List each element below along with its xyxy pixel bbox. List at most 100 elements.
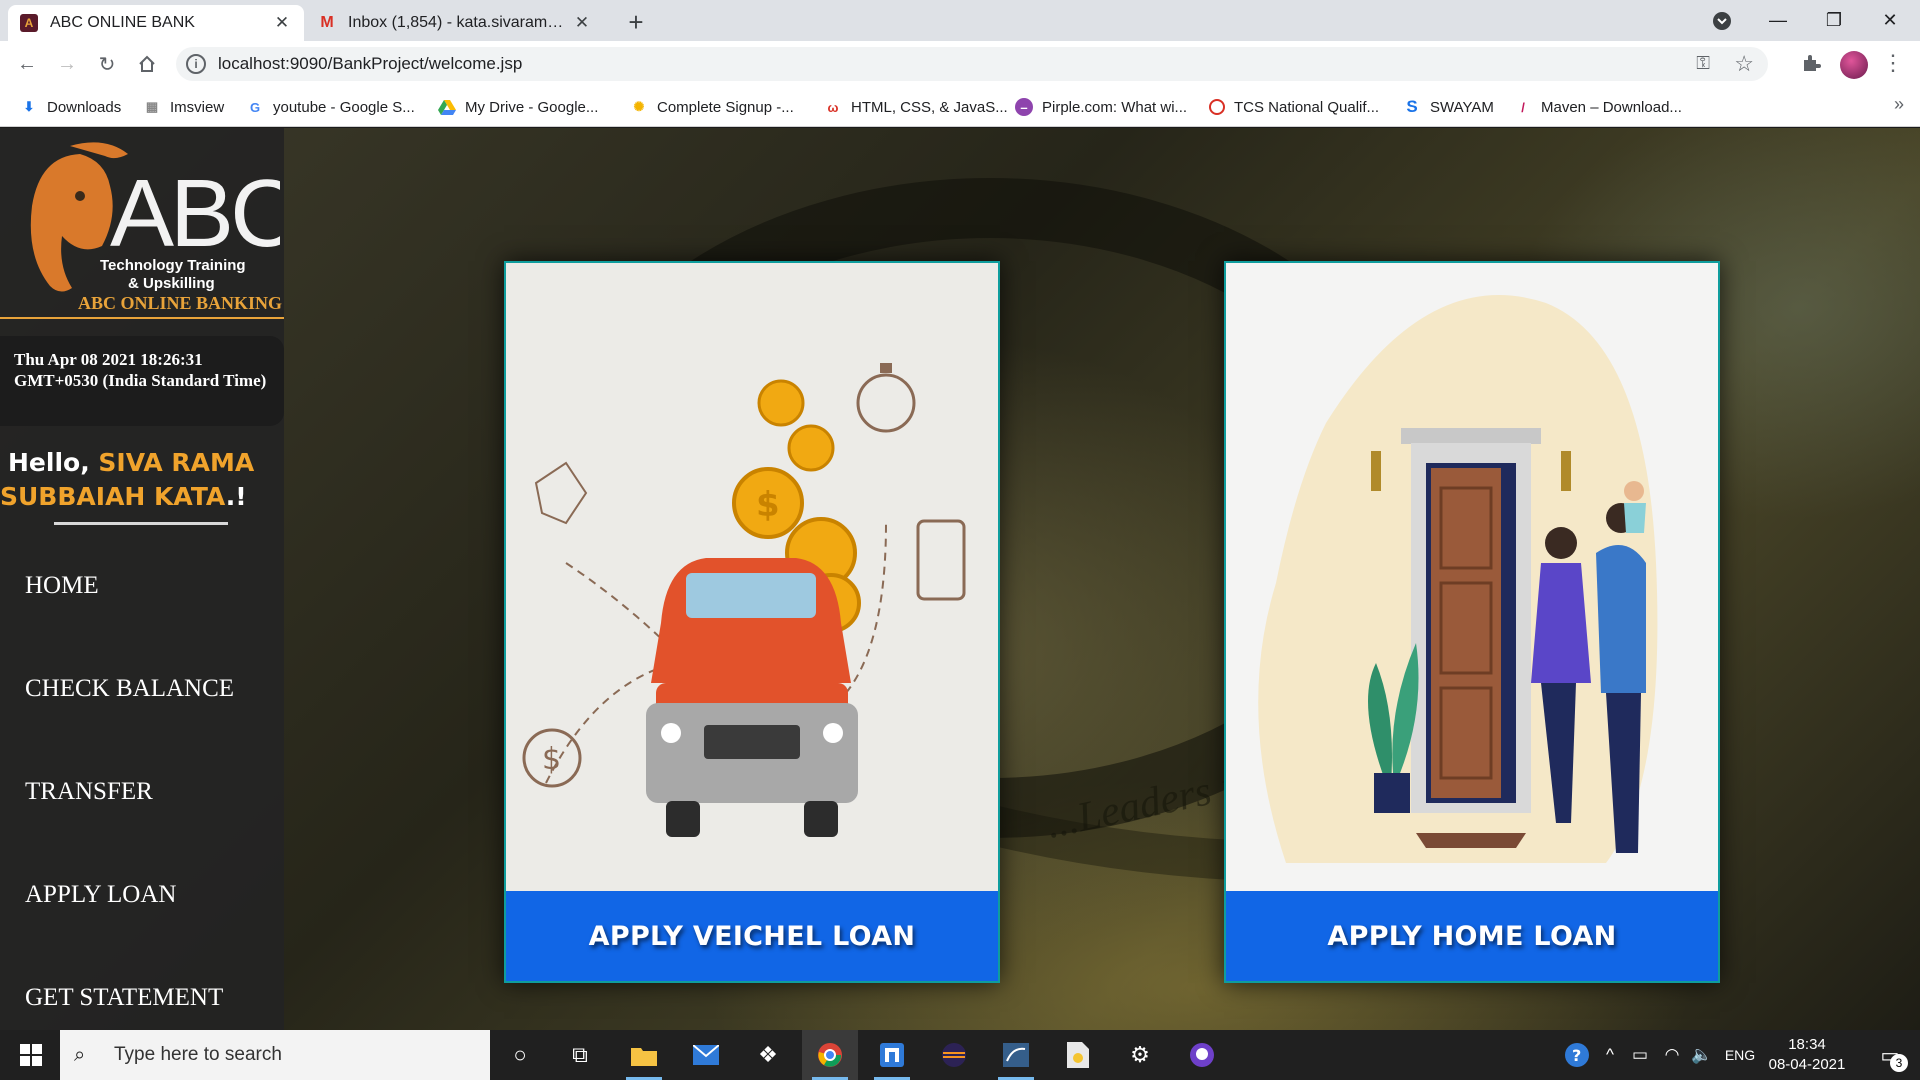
settings-gear-icon[interactable]: ⚙ <box>1112 1030 1168 1080</box>
bookmark-maven[interactable]: / Maven – Download... <box>1514 95 1682 119</box>
apply-home-loan-button[interactable]: APPLY HOME LOAN <box>1226 891 1718 981</box>
bookmark-label: Imsview <box>170 98 225 116</box>
app-window-icon[interactable] <box>864 1030 920 1080</box>
tab-title: Inbox (1,854) - kata.sivaramasubbaiah <box>348 14 572 31</box>
bookmark-pirple[interactable]: – Pirple.com: What wi... <box>1015 95 1187 119</box>
tab-gmail-inbox[interactable]: M Inbox (1,854) - kata.sivaramasubbaiah … <box>306 5 604 41</box>
svg-text:$: $ <box>542 742 561 777</box>
extensions-icon[interactable] <box>1800 52 1822 80</box>
search-placeholder: Type here to search <box>114 1044 282 1065</box>
logo-subtitle-2: & Upskilling <box>128 275 215 292</box>
logo-caption: ABC ONLINE BANKING <box>0 293 284 319</box>
bank-welcome-page: ...Leaders in Tech ABC Technology Traini… <box>0 128 1920 1030</box>
taskbar-clock[interactable]: 18:34 08-04-2021 <box>1760 1035 1854 1075</box>
password-key-icon[interactable]: ⚿ <box>1696 53 1710 74</box>
bank-favicon-icon: A <box>20 14 38 32</box>
bookmark-star-icon[interactable]: ☆ <box>1734 51 1754 77</box>
browser-menu-icon[interactable]: ⋮ <box>1882 50 1904 76</box>
svg-text:$: $ <box>756 485 780 525</box>
new-tab-button[interactable]: + <box>622 7 650 37</box>
bookmark-html-css-js[interactable]: ω HTML, CSS, & JavaS... <box>824 95 1008 119</box>
mysql-workbench-icon[interactable] <box>988 1030 1044 1080</box>
bookmark-imsview[interactable]: ▦ Imsview <box>143 95 224 119</box>
bookmark-label: My Drive - Google... <box>465 98 599 116</box>
mail-icon[interactable] <box>678 1030 734 1080</box>
tab-search-icon[interactable] <box>1694 0 1750 41</box>
more-bookmarks-icon[interactable]: » <box>1894 94 1904 115</box>
bookmark-label: Maven – Download... <box>1541 98 1682 116</box>
language-indicator[interactable]: ENG <box>1720 1030 1760 1080</box>
dropbox-icon[interactable]: ❖ <box>740 1030 796 1080</box>
logo-subtitle-1: Technology Training <box>100 257 246 274</box>
battery-icon[interactable]: ▭ <box>1626 1030 1654 1080</box>
nav-get-statement[interactable]: GET STATEMENT <box>25 984 223 1012</box>
bookmark-label: Downloads <box>47 98 122 116</box>
gmail-icon: M <box>320 14 334 31</box>
tab-abc-online-bank[interactable]: A ABC ONLINE BANK ✕ <box>8 5 304 41</box>
show-hidden-icons[interactable]: ^ <box>1598 1030 1622 1080</box>
sun-icon: ✺ <box>633 99 645 114</box>
greeting: Hello, SIVA RAMA SUBBAIAH KATA.! <box>0 446 284 514</box>
forward-button[interactable]: → <box>52 49 82 79</box>
nav-apply-loan[interactable]: APPLY LOAN <box>25 881 176 909</box>
w3-icon: ω <box>827 99 839 115</box>
bookmark-youtube-google[interactable]: G youtube - Google S... <box>246 95 415 119</box>
close-window-button[interactable]: ✕ <box>1862 0 1918 41</box>
bookmark-label: HTML, CSS, & JavaS... <box>851 98 1008 116</box>
date-time-display: Thu Apr 08 2021 18:26:31 GMT+0530 (India… <box>0 336 284 426</box>
home-button[interactable] <box>132 49 162 79</box>
bookmark-label: Pirple.com: What wi... <box>1042 98 1188 116</box>
bookmark-my-drive[interactable]: My Drive - Google... <box>438 95 598 119</box>
swayam-icon: S <box>1406 97 1418 116</box>
bookmark-swayam[interactable]: S SWAYAM <box>1403 95 1494 119</box>
home-loan-illustration <box>1226 263 1718 891</box>
bookmark-label: SWAYAM <box>1430 98 1494 116</box>
greeting-prefix: Hello, <box>8 448 99 477</box>
close-tab-icon[interactable]: ✕ <box>572 13 592 33</box>
svg-text:?: ? <box>1572 1046 1581 1065</box>
bookmarks-bar: ⬇ Downloads ▦ Imsview G youtube - Google… <box>0 87 1920 127</box>
taskbar-search[interactable]: ⌕ Type here to search <box>60 1030 490 1080</box>
bookmark-complete-signup[interactable]: ✺ Complete Signup -... <box>630 95 794 119</box>
apply-vehicle-loan-button[interactable]: APPLY VEICHEL LOAN <box>506 891 998 981</box>
back-button[interactable]: ← <box>12 49 42 79</box>
vehicle-loan-card[interactable]: $ $ APPLY VEICHEL LOAN <box>504 261 1000 983</box>
nav-transfer[interactable]: TRANSFER <box>25 778 153 806</box>
notification-count: 3 <box>1890 1054 1908 1072</box>
greeting-divider <box>54 522 228 525</box>
minimize-button[interactable]: — <box>1750 0 1806 41</box>
bookmark-tcs[interactable]: TCS National Qualif... <box>1209 95 1379 119</box>
eclipse-icon[interactable] <box>926 1030 982 1080</box>
notifications-icon[interactable]: ▭ 3 <box>1862 1030 1918 1080</box>
file-explorer-icon[interactable] <box>616 1030 672 1080</box>
restore-button[interactable]: ❐ <box>1806 0 1862 41</box>
tcs-icon <box>1209 99 1225 115</box>
greeting-suffix: .! <box>225 482 247 511</box>
home-loan-card[interactable]: APPLY HOME LOAN <box>1224 261 1720 983</box>
nav-home[interactable]: HOME <box>25 572 99 600</box>
close-tab-icon[interactable]: ✕ <box>272 13 292 33</box>
start-button[interactable] <box>8 1030 54 1080</box>
reload-button[interactable]: ↻ <box>92 49 122 79</box>
download-icon: ⬇ <box>23 99 35 114</box>
address-bar[interactable]: i localhost:9090/BankProject/welcome.jsp… <box>176 47 1768 81</box>
search-icon: ⌕ <box>74 1043 86 1066</box>
clock-date: 08-04-2021 <box>1768 1056 1846 1073</box>
volume-muted-icon[interactable]: 🔈 <box>1688 1030 1716 1080</box>
profile-avatar[interactable] <box>1840 51 1868 79</box>
clock-time: 18:34 <box>1788 1036 1826 1053</box>
help-icon[interactable]: ? <box>1560 1030 1594 1080</box>
windows-taskbar: ⌕ Type here to search ○ ⧉ ❖ ⚙ ? ^ ▭ ◠ 🔈 … <box>0 1030 1920 1080</box>
task-view-icon[interactable]: ⧉ <box>552 1030 608 1080</box>
cortana-icon[interactable]: ○ <box>492 1030 548 1080</box>
github-desktop-icon[interactable] <box>1174 1030 1230 1080</box>
python-file-icon[interactable] <box>1050 1030 1106 1080</box>
bookmark-label: TCS National Qualif... <box>1234 98 1380 116</box>
bookmark-label: Complete Signup -... <box>657 98 794 116</box>
bookmark-downloads[interactable]: ⬇ Downloads <box>20 95 122 119</box>
wifi-icon[interactable]: ◠ <box>1658 1030 1686 1080</box>
nav-check-balance[interactable]: CHECK BALANCE <box>25 675 234 703</box>
site-info-icon[interactable]: i <box>186 54 206 74</box>
chrome-icon[interactable] <box>802 1030 858 1080</box>
tab-strip: A ABC ONLINE BANK ✕ M Inbox (1,854) - ka… <box>0 0 1920 41</box>
